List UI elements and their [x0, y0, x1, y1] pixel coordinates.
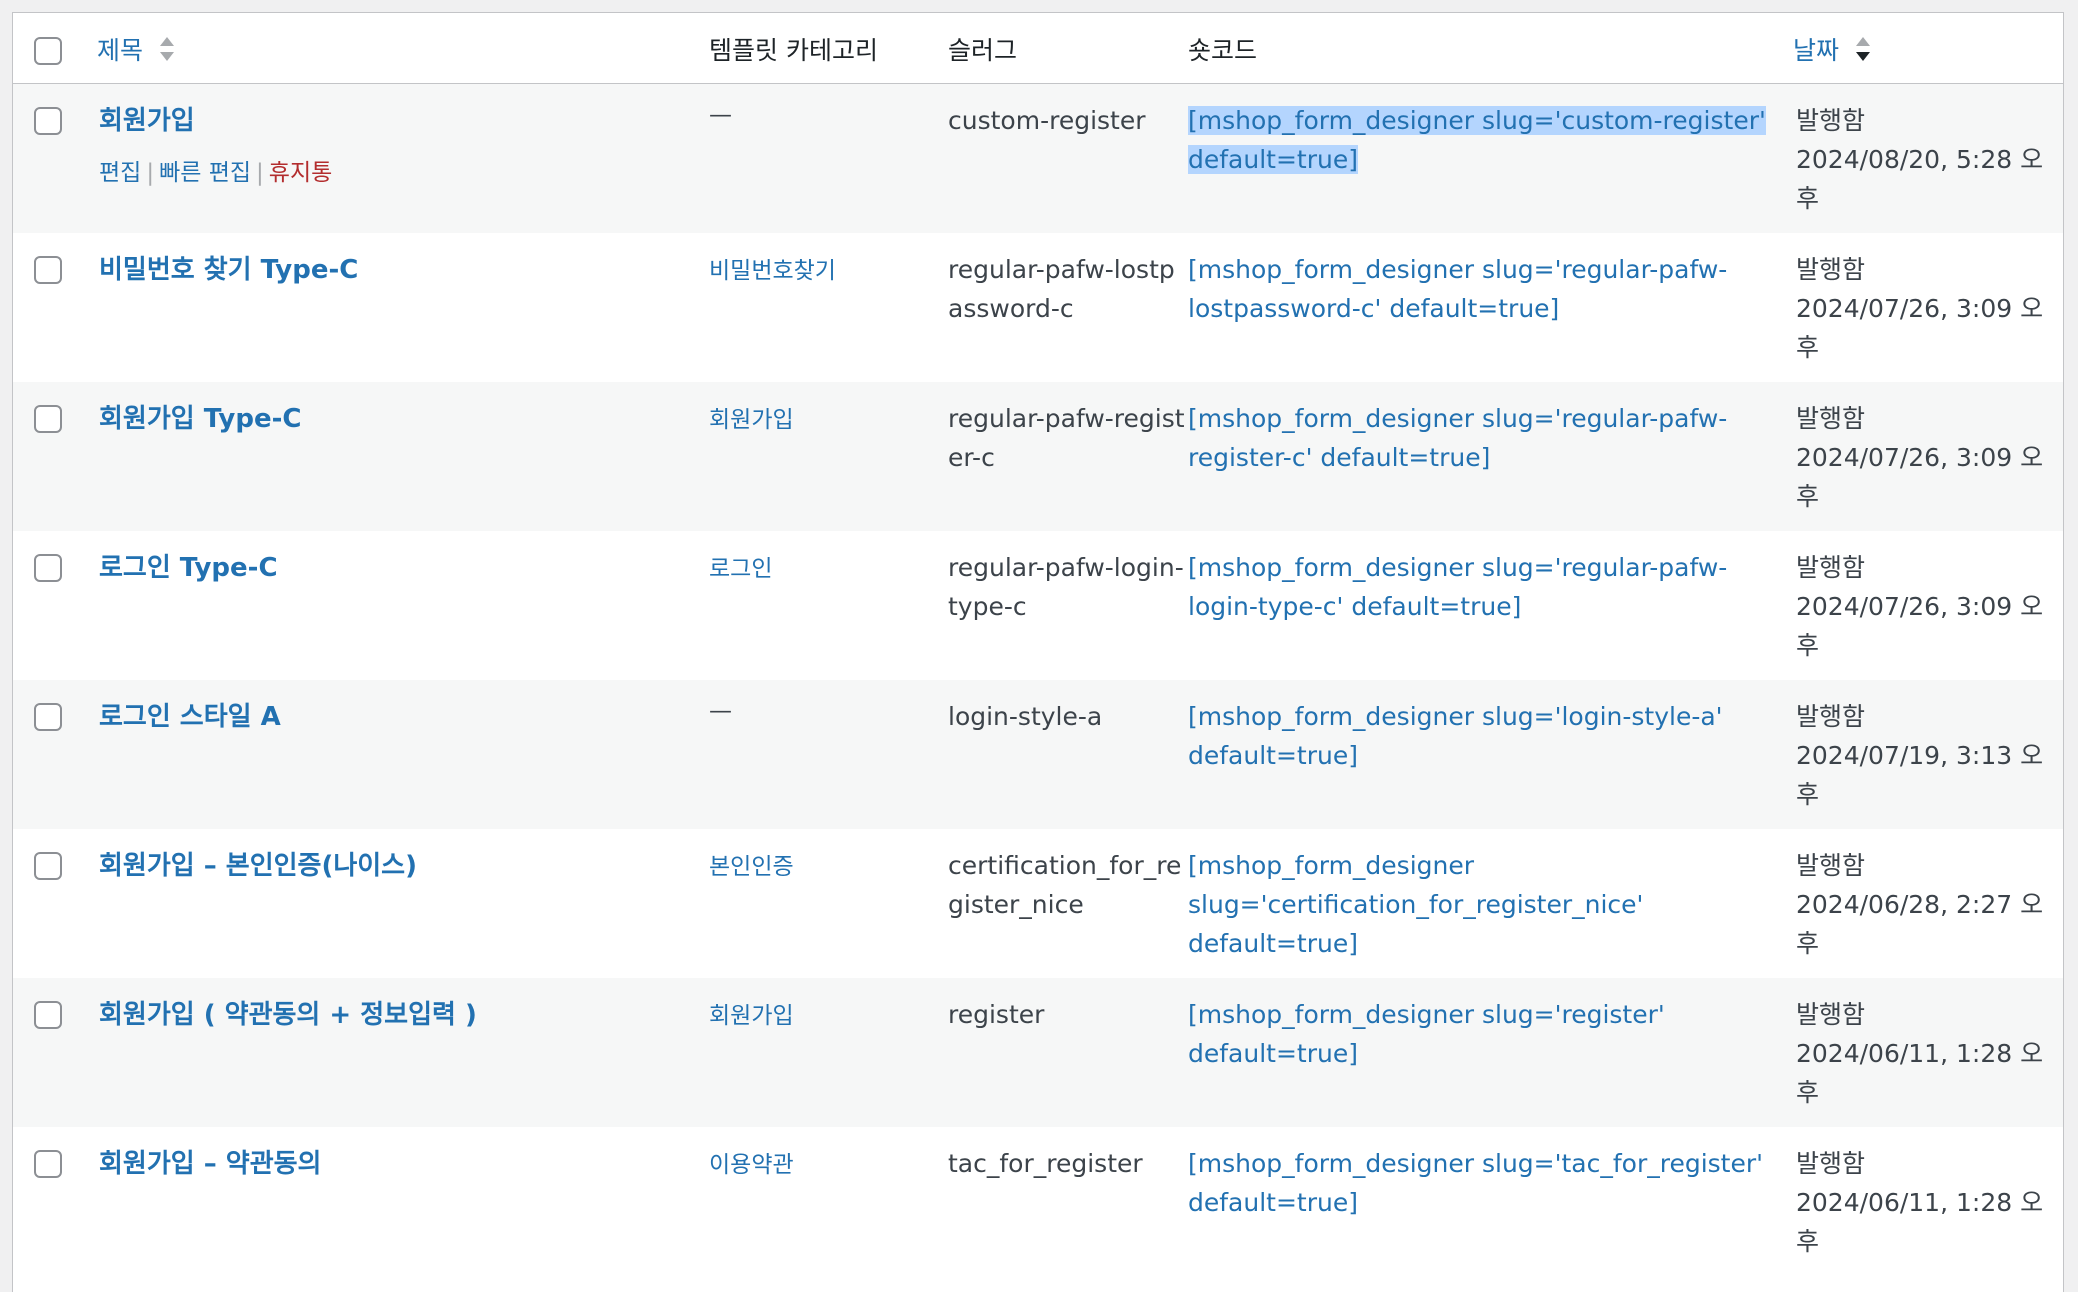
column-category-header: 템플릿 카테고리 — [709, 36, 878, 65]
sort-both-icon[interactable] — [157, 33, 177, 65]
post-title-link[interactable]: 회원가입 – 약관동의 — [99, 1143, 321, 1180]
post-status: 발행함 — [1796, 404, 1866, 433]
date-cell: 발행함 2024/06/11, 1:28 오후 — [1796, 1144, 2054, 1261]
category-link[interactable]: 로그인 — [709, 549, 772, 583]
post-date: 2024/07/19, 3:13 오후 — [1796, 741, 2044, 809]
shortcode-text[interactable]: [mshop_form_designer slug='regular-pafw-… — [1188, 548, 1780, 626]
post-title-link[interactable]: 로그인 Type-C — [99, 547, 278, 584]
slug-text: regular-pafw-lostpassword-c — [948, 255, 1175, 323]
table-row: 회원가입 Type-C 회원가입 regular-pafw-register-c… — [13, 382, 2063, 531]
table-row: 로그인 스타일 A — login-style-a [mshop_form_de… — [13, 680, 2063, 829]
category-link[interactable]: 비밀번호찾기 — [709, 251, 836, 285]
table-row: 회원가입 – 약관동의 이용약관 tac_for_register [mshop… — [13, 1127, 2063, 1276]
post-title-link[interactable]: 회원가입 — [99, 100, 195, 137]
post-date: 2024/07/26, 3:09 오후 — [1796, 592, 2044, 660]
post-status: 발행함 — [1796, 255, 1866, 284]
slug-text: regular-pafw-register-c — [948, 404, 1185, 472]
row-checkbox[interactable] — [34, 1150, 62, 1178]
date-cell: 발행함 2024/08/20, 5:28 오후 — [1796, 101, 2054, 218]
row-checkbox[interactable] — [34, 107, 62, 135]
table-header: 제목 템플릿 카테고리 슬러그 숏코드 날짜 — [13, 13, 2063, 84]
category-link[interactable]: 회원가입 — [709, 400, 794, 434]
post-date: 2024/06/28, 2:27 오후 — [1796, 890, 2044, 958]
posts-table: 제목 템플릿 카테고리 슬러그 숏코드 날짜 회원가입 — custom-reg… — [12, 12, 2064, 1292]
post-date: 2024/07/26, 3:09 오후 — [1796, 294, 2044, 362]
category-link[interactable]: 이용약관 — [709, 1145, 794, 1179]
post-date: 2024/07/26, 3:09 오후 — [1796, 443, 2044, 511]
post-title-link[interactable]: 로그인 스타일 A — [99, 696, 281, 733]
shortcode-text[interactable]: [mshop_form_designer slug='register' def… — [1188, 995, 1780, 1073]
post-status: 발행함 — [1796, 553, 1866, 582]
date-cell: 발행함 2024/06/28, 2:27 오후 — [1796, 846, 2054, 963]
row-actions: 편집 | 빠른 편집 | 휴지통 — [99, 153, 332, 187]
slug-text: register — [948, 1000, 1045, 1029]
row-checkbox[interactable] — [34, 1001, 62, 1029]
slug-text: certification_for_register_nice — [948, 851, 1182, 919]
row-checkbox[interactable] — [34, 852, 62, 880]
column-date-sort-link[interactable]: 날짜 — [1793, 31, 1839, 67]
post-title-link[interactable]: 비밀번호 찾기 Type-C — [99, 249, 358, 286]
post-status: 발행함 — [1796, 1000, 1866, 1029]
date-cell: 발행함 2024/07/26, 3:09 오후 — [1796, 250, 2054, 367]
category-link[interactable]: 회원가입 — [709, 996, 794, 1030]
action-separator: | — [146, 160, 155, 186]
category-empty: — — [709, 102, 732, 128]
sort-desc-icon[interactable] — [1853, 33, 1873, 65]
date-cell: 발행함 2024/06/11, 1:28 오후 — [1796, 995, 2054, 1112]
date-cell: 발행함 2024/07/19, 3:13 오후 — [1796, 697, 2054, 814]
post-title-link[interactable]: 회원가입 Type-C — [99, 398, 301, 435]
category-link[interactable]: 본인인증 — [709, 847, 794, 881]
action-separator: | — [256, 160, 264, 186]
shortcode-text[interactable]: [mshop_form_designer slug='tac_for_regis… — [1188, 1144, 1780, 1222]
post-status: 발행함 — [1796, 702, 1866, 731]
slug-text: tac_for_register — [948, 1149, 1143, 1178]
post-title-link[interactable]: 회원가입 ( 약관동의 + 정보입력 ) — [99, 994, 477, 1031]
column-shortcode-header: 숏코드 — [1188, 36, 1258, 65]
edit-link[interactable]: 편집 — [99, 160, 141, 186]
post-status: 발행함 — [1796, 1149, 1866, 1178]
date-cell: 발행함 2024/07/26, 3:09 오후 — [1796, 399, 2054, 516]
post-date: 2024/06/11, 1:28 오후 — [1796, 1039, 2044, 1107]
slug-text: login-style-a — [948, 702, 1103, 731]
post-date: 2024/08/20, 5:28 오후 — [1796, 145, 2044, 213]
table-row: 회원가입 — custom-register [mshop_form_desig… — [13, 84, 2063, 233]
table-row: 비밀번호 찾기 Type-C 비밀번호찾기 regular-pafw-lostp… — [13, 233, 2063, 382]
quick-edit-link[interactable]: 빠른 편집 — [159, 160, 251, 186]
column-slug-header: 슬러그 — [948, 36, 1018, 65]
table-row: 회원가입 ( 약관동의 + 정보입력 ) 회원가입 register [msho… — [13, 978, 2063, 1127]
row-checkbox[interactable] — [34, 405, 62, 433]
row-checkbox[interactable] — [34, 256, 62, 284]
shortcode-text[interactable]: [mshop_form_designer slug='regular-pafw-… — [1188, 399, 1780, 477]
column-title-sort-link[interactable]: 제목 — [97, 31, 143, 67]
shortcode-text[interactable]: [mshop_form_designer slug='login-style-a… — [1188, 697, 1780, 775]
shortcode-text[interactable]: [mshop_form_designer slug='regular-pafw-… — [1188, 250, 1780, 328]
post-status: 발행함 — [1796, 851, 1866, 880]
category-empty: — — [709, 698, 732, 724]
date-cell: 발행함 2024/07/26, 3:09 오후 — [1796, 548, 2054, 665]
table-row: 회원가입 – 본인인증(나이스) 본인인증 certification_for_… — [13, 829, 2063, 978]
row-checkbox[interactable] — [34, 703, 62, 731]
table-row: 로그인 Type-C 로그인 regular-pafw-login-type-c… — [13, 531, 2063, 680]
slug-text: regular-pafw-login-type-c — [948, 553, 1184, 621]
trash-link[interactable]: 휴지통 — [269, 160, 332, 186]
shortcode-text[interactable]: [mshop_form_designer slug='custom-regist… — [1188, 101, 1780, 179]
select-all-checkbox[interactable] — [34, 37, 62, 65]
post-date: 2024/06/11, 1:28 오후 — [1796, 1188, 2044, 1256]
slug-text: custom-register — [948, 106, 1146, 135]
post-title-link[interactable]: 회원가입 – 본인인증(나이스) — [99, 845, 417, 882]
post-status: 발행함 — [1796, 106, 1866, 135]
row-checkbox[interactable] — [34, 554, 62, 582]
shortcode-text[interactable]: [mshop_form_designer slug='certification… — [1188, 846, 1780, 963]
